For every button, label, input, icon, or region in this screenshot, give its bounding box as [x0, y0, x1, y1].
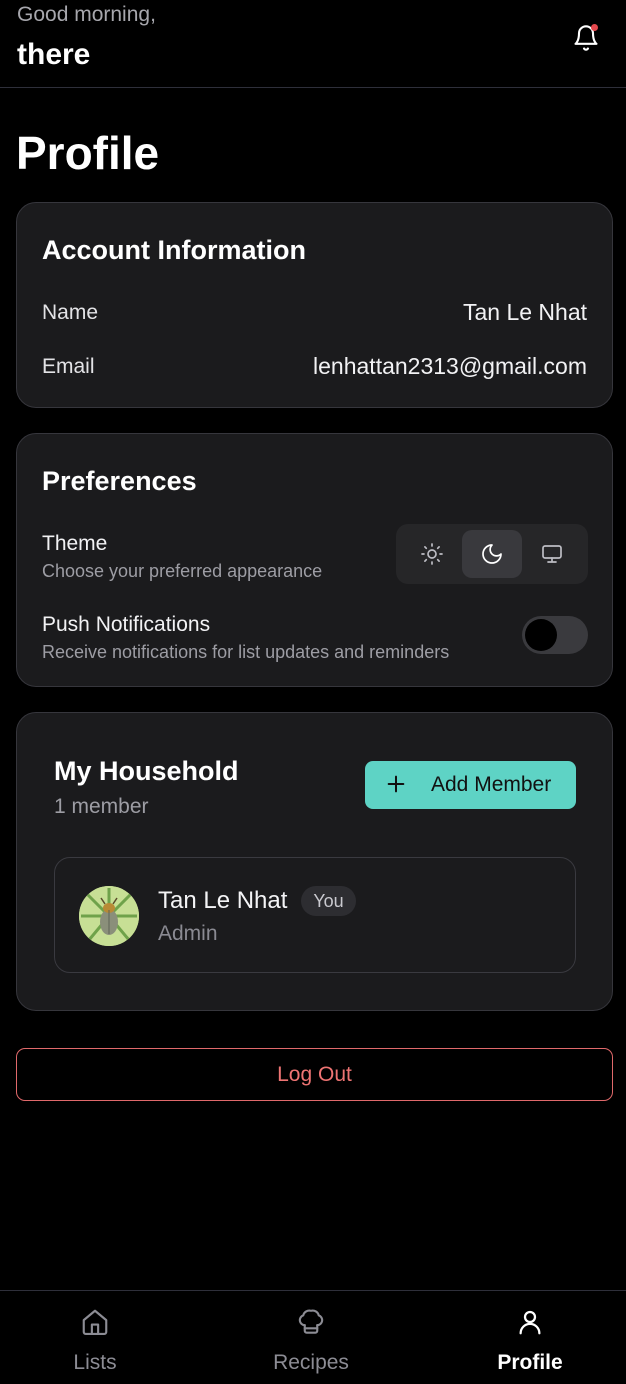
sun-icon — [421, 543, 443, 565]
chef-hat-icon — [296, 1307, 326, 1337]
toggle-knob — [525, 619, 557, 651]
tab-lists[interactable]: Lists — [15, 1291, 175, 1384]
notifications-button[interactable] — [572, 24, 600, 52]
push-notifications-label: Push Notifications — [42, 613, 211, 636]
bottom-tab-bar: Lists Recipes Profile — [0, 1290, 626, 1384]
name-value: Tan Le Nhat — [462, 299, 587, 325]
member-role: Admin — [158, 922, 218, 945]
name-label: Name — [42, 301, 99, 324]
username-text: there — [17, 38, 91, 71]
plus-icon — [387, 775, 405, 793]
theme-dark-button[interactable] — [462, 530, 522, 578]
tab-lists-label: Lists — [73, 1351, 117, 1374]
you-badge: You — [301, 886, 356, 916]
push-notifications-toggle[interactable] — [522, 616, 588, 654]
preferences-title: Preferences — [42, 466, 197, 496]
household-title: My Household — [54, 756, 239, 786]
theme-label: Theme — [42, 532, 108, 555]
moon-icon — [482, 544, 502, 564]
email-label: Email — [42, 355, 95, 378]
theme-system-button[interactable] — [522, 530, 582, 578]
home-icon — [80, 1307, 110, 1337]
tab-recipes[interactable]: Recipes — [231, 1291, 391, 1384]
theme-light-button[interactable] — [402, 530, 462, 578]
household-card: My Household 1 member Add Member Tan Le … — [16, 712, 613, 1011]
push-notifications-description: Receive notifications for list updates a… — [42, 642, 450, 662]
theme-selector — [396, 524, 588, 584]
email-value: lenhattan2313@gmail.com — [313, 353, 587, 379]
account-info-card: Account Information Name Tan Le Nhat Ema… — [16, 202, 613, 408]
greeting-text: Good morning, — [17, 3, 156, 26]
member-row[interactable]: Tan Le Nhat You Admin — [54, 857, 576, 973]
add-member-button[interactable]: Add Member — [365, 761, 576, 809]
member-avatar — [79, 886, 139, 946]
preferences-card: Preferences Theme Choose your preferred … — [16, 433, 613, 687]
logout-button[interactable]: Log Out — [16, 1048, 613, 1101]
unread-dot — [591, 24, 598, 31]
monitor-icon — [542, 545, 562, 563]
member-name: Tan Le Nhat — [158, 887, 288, 914]
tab-recipes-label: Recipes — [273, 1351, 349, 1374]
app-header: Good morning, there — [0, 0, 626, 88]
tab-profile[interactable]: Profile — [450, 1291, 610, 1384]
user-icon — [515, 1307, 545, 1337]
household-member-count: 1 member — [54, 795, 149, 818]
theme-description: Choose your preferred appearance — [42, 561, 323, 581]
tab-profile-label: Profile — [497, 1351, 563, 1374]
account-info-title: Account Information — [42, 235, 306, 265]
page-title: Profile — [16, 127, 160, 179]
add-member-label: Add Member — [431, 773, 552, 796]
